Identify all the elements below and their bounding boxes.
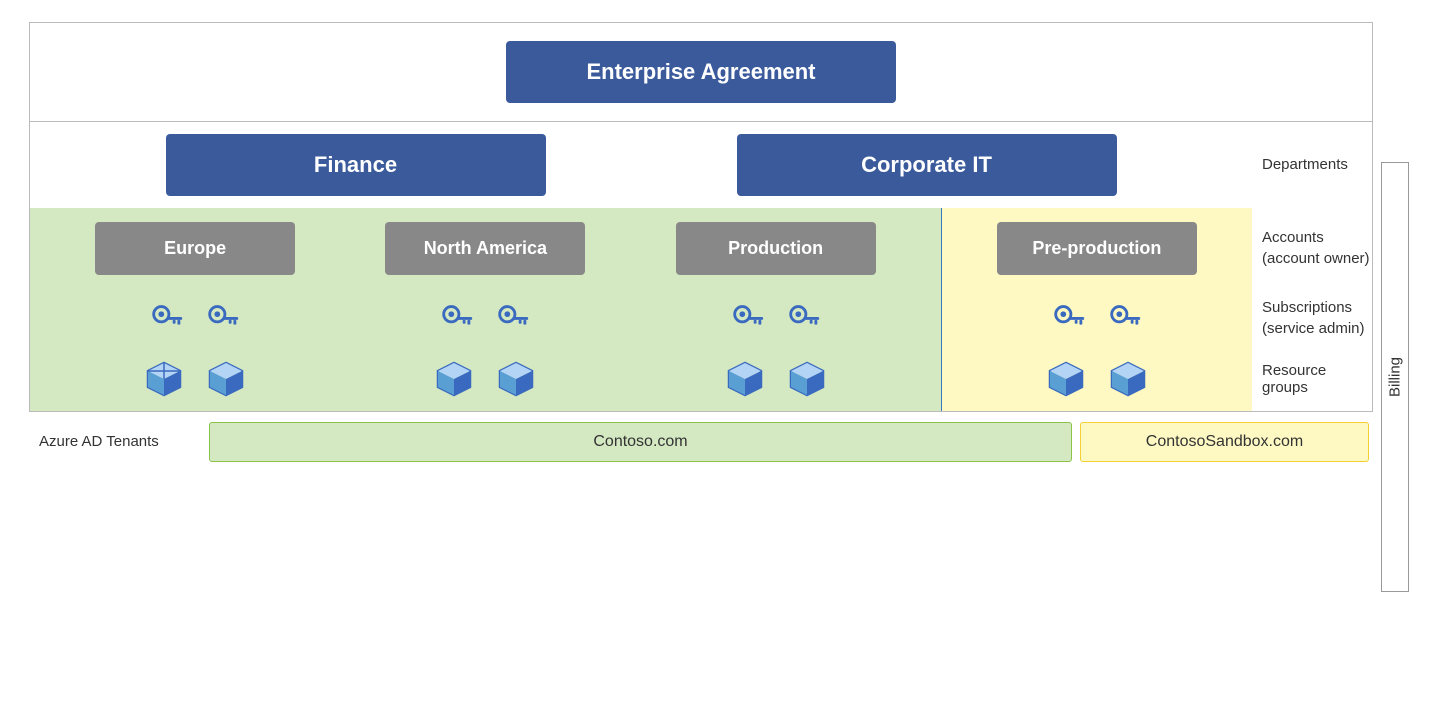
cube-icon-5 <box>723 357 767 401</box>
cube-icon-4 <box>494 357 538 401</box>
departments-label-text: Departments <box>1262 156 1348 173</box>
account-pre-production-label: Pre-production <box>1032 238 1161 258</box>
key-icon-1 <box>148 299 186 337</box>
tenants-label-text: Azure AD Tenants <box>39 433 159 450</box>
row-resource-groups: Resource groups <box>30 347 1372 411</box>
account-pre-production: Pre-production <box>997 222 1197 275</box>
enterprise-agreement-box: Enterprise Agreement <box>506 41 895 103</box>
row-accounts: Europe North America Production Pre-prod… <box>30 208 1372 289</box>
resource-groups-row-label: Resource groups <box>1252 347 1372 411</box>
accounts-label-text: Accounts (account owner) <box>1262 227 1370 269</box>
dept-finance: Finance <box>166 134 546 196</box>
account-north-america-label: North America <box>424 238 547 258</box>
accounts-label-line1: Accounts <box>1262 229 1324 246</box>
subscriptions-label-line1: Subscriptions <box>1262 299 1352 316</box>
key-icon-6 <box>785 299 823 337</box>
cube-icon-3 <box>432 357 476 401</box>
subscriptions-inner: Subscriptions (service admin) <box>30 289 1372 347</box>
tenant-contoso-text: Contoso.com <box>593 433 687 450</box>
resource-groups-label-text: Resource groups <box>1262 362 1372 396</box>
resources-green-section <box>30 347 942 411</box>
account-production-label: Production <box>728 238 823 258</box>
cube-icon-6 <box>785 357 829 401</box>
row-tenants: Azure AD Tenants Contoso.com ContosoSand… <box>29 412 1409 472</box>
key-icon-7 <box>1050 299 1088 337</box>
dept-corporate-it: Corporate IT <box>737 134 1117 196</box>
key-icon-3 <box>438 299 476 337</box>
subscriptions-row-label: Subscriptions (service admin) <box>1252 289 1372 347</box>
departments-inner: Finance Corporate IT Departments <box>30 122 1372 208</box>
tenant-contoso: Contoso.com <box>209 422 1072 462</box>
subs-europe-pair <box>148 299 242 337</box>
account-europe: Europe <box>95 222 295 275</box>
key-icon-2 <box>204 299 242 337</box>
row-subscriptions: Subscriptions (service admin) <box>30 289 1372 347</box>
cube-icon-2 <box>204 357 248 401</box>
ea-label: Enterprise Agreement <box>586 59 815 84</box>
accounts-yellow-section: Pre-production <box>942 208 1252 289</box>
res-preprod-pair <box>1044 357 1150 401</box>
key-icon-5 <box>729 299 767 337</box>
resource-groups-inner: Resource groups <box>30 347 1372 411</box>
billing-text: Billing <box>1387 356 1404 396</box>
key-icon-8 <box>1106 299 1144 337</box>
cube-icon-8 <box>1106 357 1150 401</box>
resources-yellow-section <box>942 347 1252 411</box>
cube-icon-7 <box>1044 357 1088 401</box>
account-production: Production <box>676 222 876 275</box>
res-production-pair <box>723 357 829 401</box>
subscriptions-label-text: Subscriptions (service admin) <box>1262 297 1365 339</box>
account-europe-label: Europe <box>164 238 226 258</box>
row-enterprise-agreement: Enterprise Agreement <box>30 23 1372 122</box>
tenant-sandbox: ContosoSandbox.com <box>1080 422 1369 462</box>
diagram-wrapper: Billing Enterprise Agreement Finance Cor… <box>29 22 1409 692</box>
subscriptions-green-section <box>30 289 942 347</box>
dept-finance-label: Finance <box>314 152 397 177</box>
account-north-america: North America <box>385 222 585 275</box>
billing-label: Billing <box>1381 162 1409 592</box>
departments-boxes: Finance Corporate IT <box>30 122 1252 208</box>
row-departments: Finance Corporate IT Departments <box>30 122 1372 208</box>
accounts-row-label: Accounts (account owner) <box>1252 208 1372 289</box>
tenants-label: Azure AD Tenants <box>29 433 209 450</box>
subscriptions-label-line2: (service admin) <box>1262 320 1365 337</box>
main-content: Enterprise Agreement Finance Corporate I… <box>29 22 1373 412</box>
res-europe-pair <box>142 357 248 401</box>
subs-preprod-pair <box>1050 299 1144 337</box>
departments-row-label: Departments <box>1252 122 1372 208</box>
res-northamerica-pair <box>432 357 538 401</box>
accounts-inner: Europe North America Production Pre-prod… <box>30 208 1372 289</box>
dept-corporate-it-label: Corporate IT <box>861 152 992 177</box>
accounts-green-section: Europe North America Production <box>30 208 942 289</box>
subscriptions-yellow-section <box>942 289 1252 347</box>
accounts-label-line2: (account owner) <box>1262 250 1370 267</box>
subs-northamerica-pair <box>438 299 532 337</box>
subs-production-pair <box>729 299 823 337</box>
key-icon-4 <box>494 299 532 337</box>
tenant-sandbox-text: ContosoSandbox.com <box>1146 433 1303 450</box>
cube-icon-1 <box>142 357 186 401</box>
